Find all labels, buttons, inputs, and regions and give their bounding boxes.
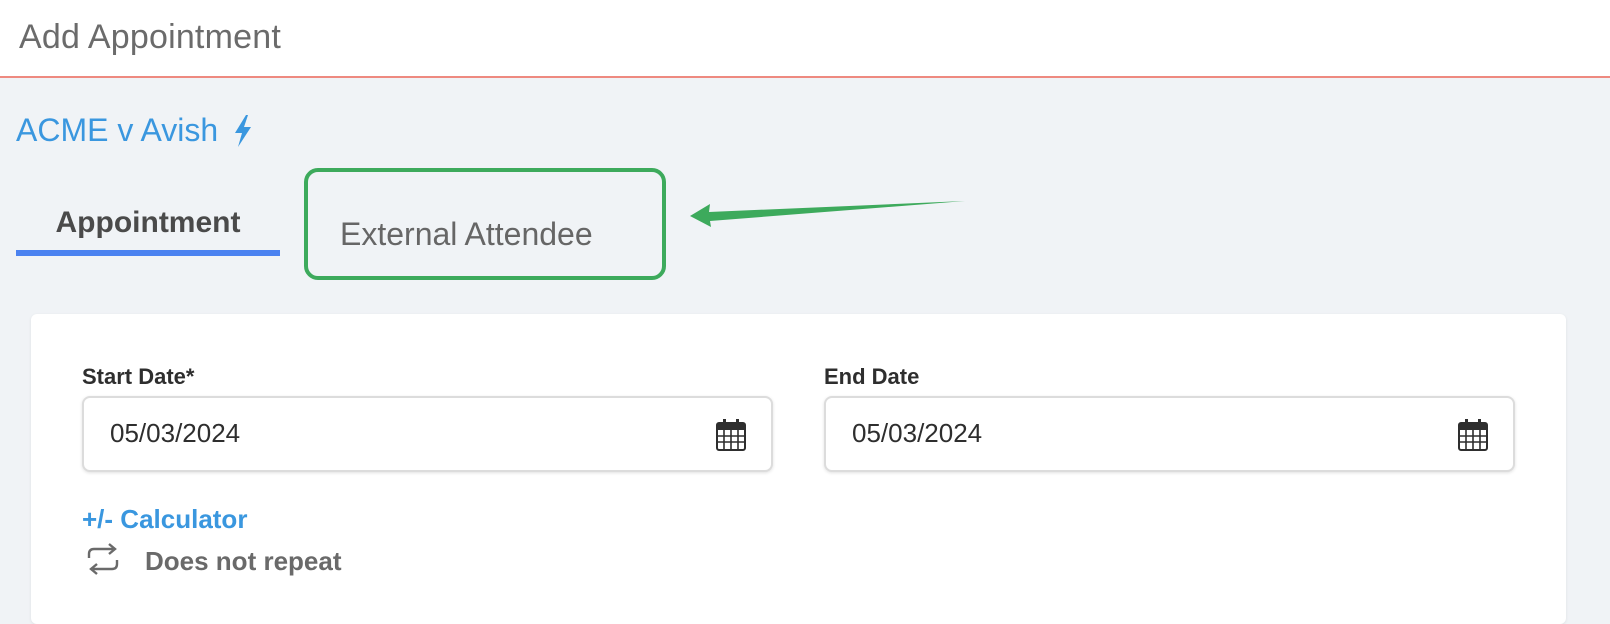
tab-external-attendee-label: External Attendee xyxy=(340,216,593,252)
tab-appointment-label: Appointment xyxy=(55,206,241,239)
start-date-value: 05/03/2024 xyxy=(110,418,241,448)
annotation-arrow xyxy=(690,201,965,227)
appointment-form-card: Start Date* 05/03/2024 End Date 05/03/20… xyxy=(31,314,1566,624)
recurrence-selector[interactable]: Does not repeat xyxy=(83,542,342,581)
dialog-header: Add Appointment xyxy=(0,0,1610,78)
end-date-label: End Date xyxy=(824,364,920,389)
matter-link-label: ACME v Avish xyxy=(16,112,219,148)
end-date-field[interactable]: 05/03/2024 xyxy=(824,396,1515,472)
matter-link[interactable]: ACME v Avish xyxy=(16,112,254,149)
page-title: Add Appointment xyxy=(19,18,281,56)
end-date-value: 05/03/2024 xyxy=(852,418,983,448)
tab-appointment[interactable]: Appointment xyxy=(16,200,280,256)
calendar-icon[interactable] xyxy=(715,418,747,457)
recurrence-label: Does not repeat xyxy=(145,546,342,576)
start-date-label: Start Date* xyxy=(82,364,195,389)
tab-external-attendee[interactable]: External Attendee xyxy=(304,168,666,280)
start-date-field[interactable]: 05/03/2024 xyxy=(82,396,773,472)
bolt-icon xyxy=(232,114,254,148)
repeat-icon xyxy=(83,542,123,581)
calendar-icon[interactable] xyxy=(1457,418,1489,457)
calculator-link[interactable]: +/- Calculator xyxy=(82,504,247,535)
